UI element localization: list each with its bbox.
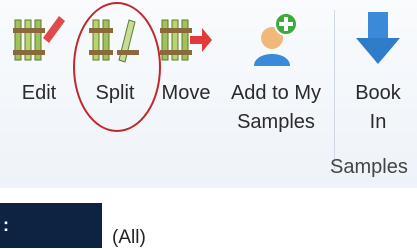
move-button[interactable]: Move (152, 0, 220, 140)
tube-rack-edit-icon (13, 8, 65, 69)
dark-side-panel: : (0, 203, 102, 248)
filter-value: (All) (112, 227, 146, 248)
filter-field[interactable]: (All) (102, 203, 417, 248)
add-to-my-samples-button[interactable]: Add to My Samples (220, 0, 332, 150)
add-user-icon (248, 8, 304, 73)
highlight-circle (73, 2, 161, 132)
edit-label: Edit (21, 82, 57, 104)
ribbon: Edit Split Move Add to My Samples Book I… (0, 0, 417, 188)
book-label: Book (355, 82, 401, 104)
samples-group-label: Samples (330, 156, 408, 178)
tube-rack-move-icon (160, 8, 212, 69)
group-separator (334, 10, 335, 170)
samples-label: Samples (237, 111, 315, 133)
in-label: In (369, 111, 387, 133)
book-in-button[interactable]: Book In (338, 0, 417, 150)
side-panel-text: : (3, 215, 9, 235)
edit-button[interactable]: Edit (0, 0, 78, 140)
add-to-my-label: Add to My (230, 82, 322, 104)
move-label: Move (161, 82, 211, 104)
download-arrow-icon (350, 8, 406, 73)
